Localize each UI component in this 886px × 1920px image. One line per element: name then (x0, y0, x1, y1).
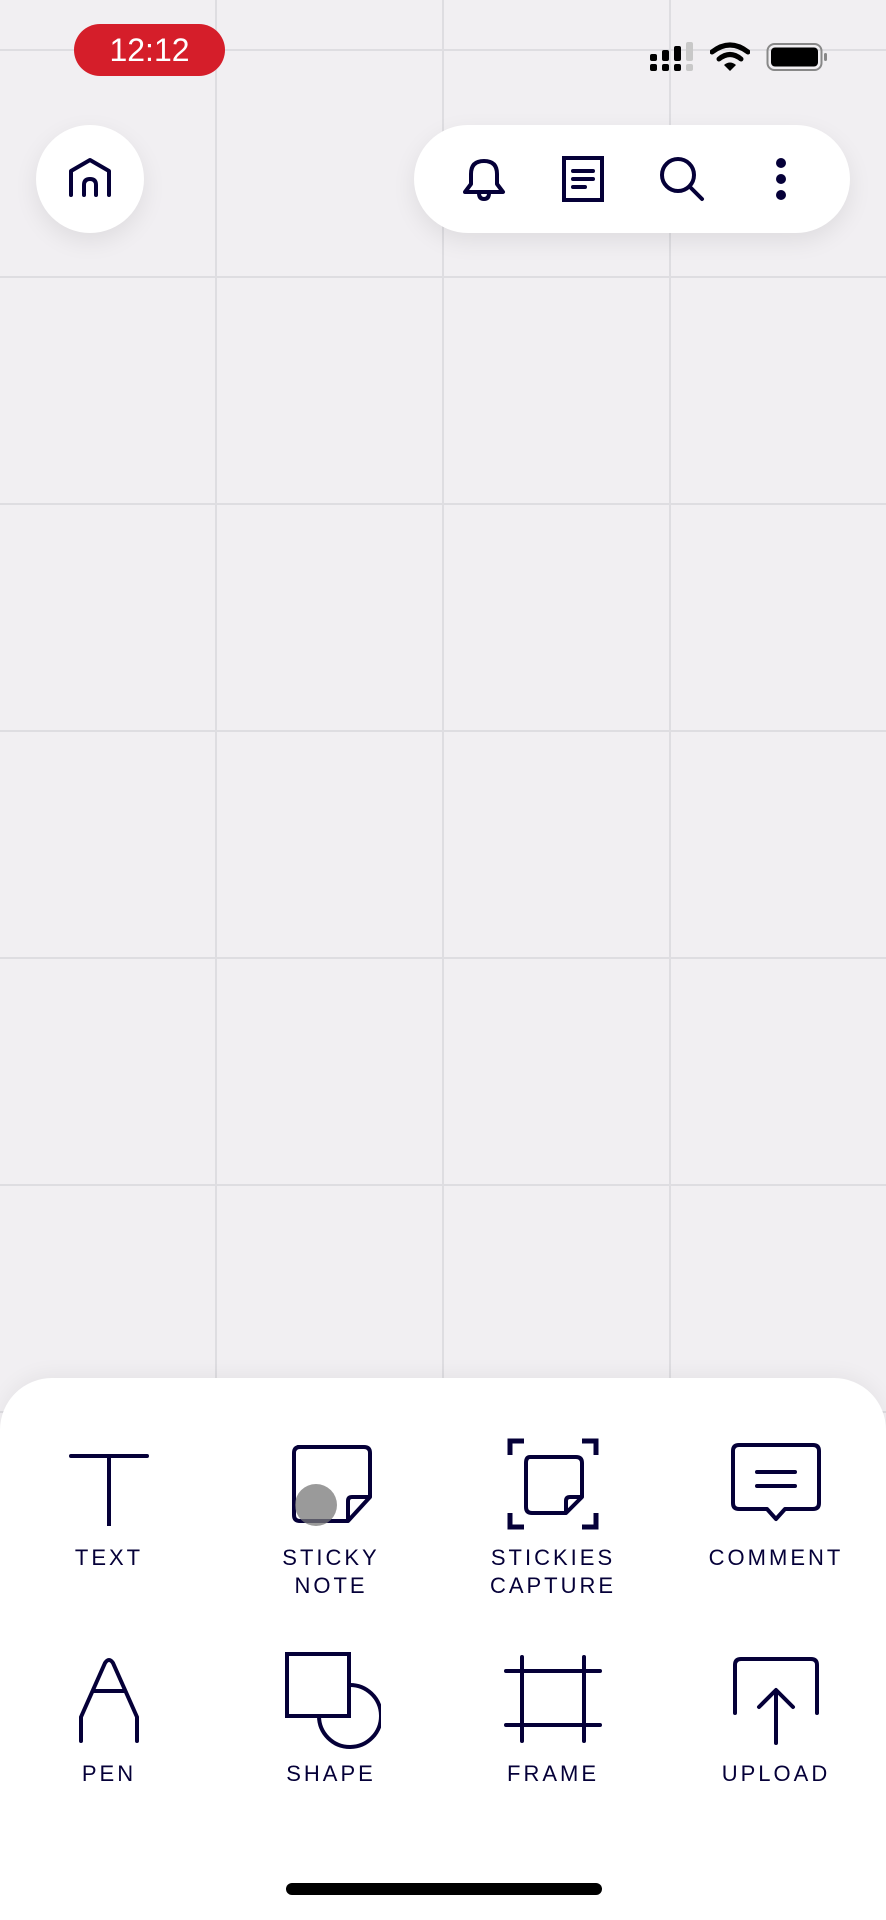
comment-icon (731, 1443, 821, 1521)
battery-icon (766, 43, 827, 71)
tool-label: FRAME (507, 1761, 599, 1786)
frame-icon (504, 1655, 602, 1743)
pen-icon (79, 1658, 139, 1743)
tool-upload[interactable]: UPLOAD (676, 1650, 876, 1788)
upload-icon (733, 1657, 819, 1745)
tool-label: STICKY NOTE (282, 1545, 380, 1598)
more-button[interactable] (751, 149, 811, 209)
status-icons (650, 42, 828, 72)
text-icon (69, 1454, 149, 1526)
more-vertical-icon (775, 158, 786, 200)
tool-label: SHAPE (286, 1761, 376, 1786)
tool-label: PEN (81, 1761, 137, 1786)
board-info-button[interactable] (553, 149, 613, 209)
tool-stickies-capture[interactable]: STICKIES CAPTURE (453, 1434, 653, 1600)
tool-frame[interactable]: FRAME (453, 1650, 653, 1788)
wifi-icon (710, 42, 750, 71)
home-button[interactable] (36, 125, 144, 233)
touch-indicator (295, 1484, 337, 1526)
document-icon (561, 156, 604, 202)
home-icon (69, 158, 111, 197)
tool-shape[interactable]: SHAPE (231, 1650, 431, 1788)
tool-text[interactable]: TEXT (9, 1434, 209, 1572)
tool-label: STICKIES CAPTURE (489, 1545, 617, 1598)
bell-icon (462, 159, 505, 202)
tool-pen[interactable]: PEN (9, 1650, 209, 1788)
tool-label: COMMENT (708, 1545, 844, 1570)
tool-comment[interactable]: COMMENT (676, 1434, 876, 1572)
top-toolbar (414, 125, 850, 233)
tool-label: UPLOAD (721, 1761, 831, 1786)
shape-icon (285, 1652, 381, 1749)
cellular-signal-icon (650, 42, 693, 71)
home-indicator[interactable] (286, 1883, 602, 1895)
status-time: 12:12 (74, 24, 225, 76)
tool-label: TEXT (74, 1545, 144, 1570)
search-icon (659, 157, 704, 201)
stickies-capture-icon (507, 1438, 599, 1530)
search-button[interactable] (652, 149, 712, 209)
notifications-button[interactable] (454, 149, 514, 209)
